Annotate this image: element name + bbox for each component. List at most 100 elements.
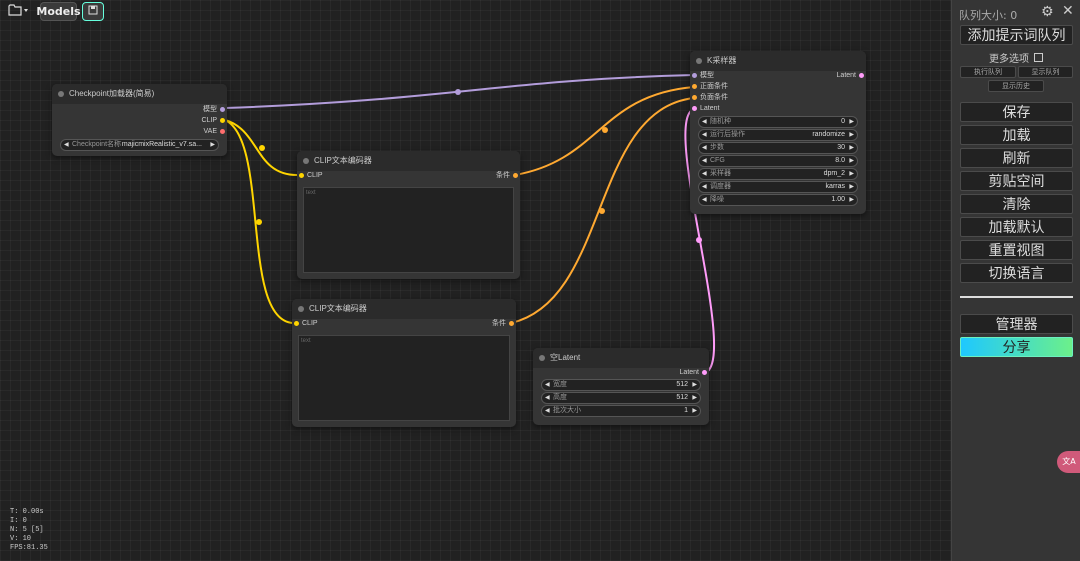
widget-height[interactable]: ◀ 高度 512 ▶ [541,392,701,404]
folder-menu-button[interactable] [4,2,34,21]
ksampler-node[interactable]: K采样器 模型 正面条件 负面条件 Latent Latent ◀ 随机种 0 … [690,51,866,214]
arrow-left-icon[interactable]: ◀ [702,117,707,127]
node-canvas[interactable]: Models Checkpoint加载器(简易) 模型 CLIP VAE ◀ C… [0,0,951,561]
checkpoint-loader-node[interactable]: Checkpoint加载器(简易) 模型 CLIP VAE ◀ Checkpoi… [52,84,227,156]
arrow-right-icon[interactable]: ▶ [849,169,854,179]
widget-control-after[interactable]: ◀ 运行后操作 randomize ▶ [698,129,858,141]
widget-label: 调度器 [710,183,731,190]
prompt-text-input[interactable]: text [298,335,510,421]
input-clip-dot[interactable] [299,173,304,178]
arrow-right-icon[interactable]: ▶ [849,195,854,205]
widget-denoise[interactable]: ◀ 降噪 1.00 ▶ [698,194,858,206]
output-latent[interactable]: Latent [680,368,709,378]
share-button[interactable]: 分享 [960,337,1073,357]
arrow-left-icon[interactable]: ◀ [702,182,707,192]
widget-batch-size[interactable]: ◀ 批次大小 1 ▶ [541,405,701,417]
input-clip-label: CLIP [302,320,318,327]
clip-text-encode-node-1[interactable]: CLIP文本编码器 CLIP 条件 text [297,151,520,279]
arrow-left-icon[interactable]: ◀ [702,156,707,166]
extra-options-row[interactable]: 更多选项 [989,50,1044,65]
arrow-right-icon[interactable]: ▶ [692,393,697,403]
gear-icon[interactable]: ⚙ [1041,4,1054,20]
arrow-right-icon[interactable]: ▶ [849,182,854,192]
arrow-right-icon[interactable]: ▶ [692,380,697,390]
input-clip-label: CLIP [307,172,323,179]
input-clip-dot[interactable] [294,321,299,326]
output-vae-dot[interactable] [220,129,225,134]
arrow-left-icon[interactable]: ◀ [545,380,550,390]
input-negative-dot[interactable] [692,95,697,100]
output-model-dot[interactable] [220,107,225,112]
output-vae[interactable]: VAE [204,127,228,137]
arrow-left-icon[interactable]: ◀ [545,393,550,403]
latent-node-title: 空Latent [533,348,709,368]
output-conditioning[interactable]: 条件 [496,171,520,181]
save-workflow-button[interactable] [82,2,104,21]
input-model-dot[interactable] [692,73,697,78]
execute-queue-button[interactable]: 执行队列 [960,66,1016,78]
load-default-button[interactable]: 加载默认 [960,217,1073,237]
refresh-button[interactable]: 刷新 [960,148,1073,168]
input-positive[interactable]: 正面条件 [690,82,728,92]
output-latent[interactable]: Latent [837,71,866,81]
wire-positive-midpoint [602,127,608,133]
save-button[interactable]: 保存 [960,102,1073,122]
queue-prompt-button[interactable]: 添加提示词队列 [960,25,1073,45]
output-conditioning-label: 条件 [496,172,510,179]
translate-badge[interactable]: 文A [1057,451,1080,473]
clipspace-button[interactable]: 剪贴空间 [960,171,1073,191]
input-negative[interactable]: 负面条件 [690,93,728,103]
output-clip[interactable]: CLIP [201,116,227,126]
wire-negative-midpoint [599,208,605,214]
models-button[interactable]: Models [36,2,81,21]
widget-cfg[interactable]: ◀ CFG 8.0 ▶ [698,155,858,167]
input-clip[interactable]: CLIP [297,171,323,181]
arrow-left-icon[interactable]: ◀ [545,406,550,416]
arrow-right-icon[interactable]: ▶ [210,140,215,150]
widget-width[interactable]: ◀ 宽度 512 ▶ [541,379,701,391]
arrow-right-icon[interactable]: ▶ [692,406,697,416]
arrow-left-icon[interactable]: ◀ [702,169,707,179]
input-latent[interactable]: Latent [690,104,719,114]
input-model[interactable]: 模型 [690,71,714,81]
arrow-right-icon[interactable]: ▶ [849,143,854,153]
manager-button[interactable]: 管理器 [960,314,1073,334]
widget-value: dpm_2 [823,170,845,177]
output-latent-dot[interactable] [859,73,864,78]
view-history-button[interactable]: 显示历史 [988,80,1044,92]
widget-scheduler[interactable]: ◀ 调度器 karras ▶ [698,181,858,193]
extra-options-checkbox[interactable] [1034,53,1044,62]
arrow-left-icon[interactable]: ◀ [702,195,707,205]
switch-language-button[interactable]: 切换语言 [960,263,1073,283]
output-clip-dot[interactable] [220,118,225,123]
arrow-left-icon[interactable]: ◀ [64,140,69,150]
input-positive-label: 正面条件 [700,83,728,90]
output-conditioning[interactable]: 条件 [492,319,516,329]
clear-button[interactable]: 清除 [960,194,1073,214]
checkpoint-name-widget[interactable]: ◀ Checkpoint名称 majicmixRealistic_v7.sa..… [60,139,219,151]
input-positive-dot[interactable] [692,84,697,89]
arrow-left-icon[interactable]: ◀ [702,143,707,153]
empty-latent-node[interactable]: 空Latent Latent ◀ 宽度 512 ▶ ◀ 高度 512 ▶ ◀ 批… [533,348,709,425]
view-queue-button[interactable]: 显示队列 [1018,66,1073,78]
input-latent-dot[interactable] [692,106,697,111]
output-conditioning-dot[interactable] [509,321,514,326]
reset-view-button[interactable]: 重置视图 [960,240,1073,260]
widget-value: 512 [676,394,688,401]
arrow-left-icon[interactable]: ◀ [702,130,707,140]
load-button[interactable]: 加载 [960,125,1073,145]
widget-sampler[interactable]: ◀ 采样器 dpm_2 ▶ [698,168,858,180]
output-conditioning-dot[interactable] [513,173,518,178]
prompt-text-input[interactable]: text [303,187,514,273]
close-icon[interactable]: ✕ [1062,3,1074,19]
arrow-right-icon[interactable]: ▶ [849,156,854,166]
input-clip[interactable]: CLIP [292,319,318,329]
clip-node-1-title: CLIP文本编码器 [297,151,520,171]
output-latent-dot[interactable] [702,370,707,375]
widget-steps[interactable]: ◀ 步数 30 ▶ [698,142,858,154]
widget-seed[interactable]: ◀ 随机种 0 ▶ [698,116,858,128]
output-model[interactable]: 模型 [203,105,227,115]
clip-text-encode-node-2[interactable]: CLIP文本编码器 CLIP 条件 text [292,299,516,427]
arrow-right-icon[interactable]: ▶ [849,130,854,140]
arrow-right-icon[interactable]: ▶ [849,117,854,127]
